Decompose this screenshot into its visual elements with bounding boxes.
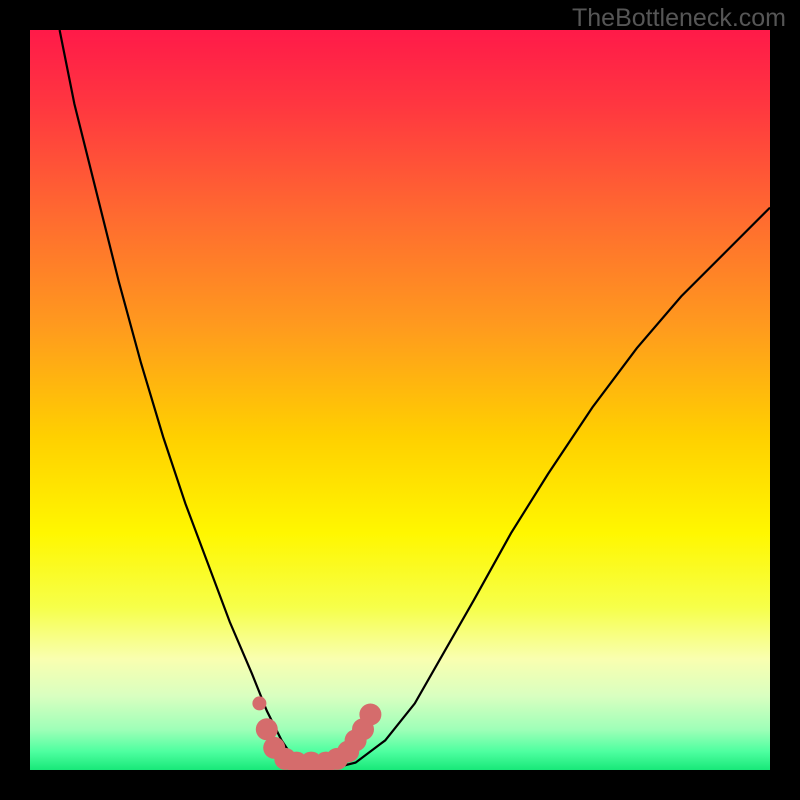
plot-area bbox=[30, 30, 770, 770]
chart-frame: TheBottleneck.com bbox=[0, 0, 800, 800]
highlight-dot bbox=[252, 696, 266, 710]
bottleneck-curve bbox=[60, 30, 770, 770]
watermark-text: TheBottleneck.com bbox=[572, 4, 786, 33]
highlight-dot bbox=[359, 704, 381, 726]
curve-layer bbox=[30, 30, 770, 770]
